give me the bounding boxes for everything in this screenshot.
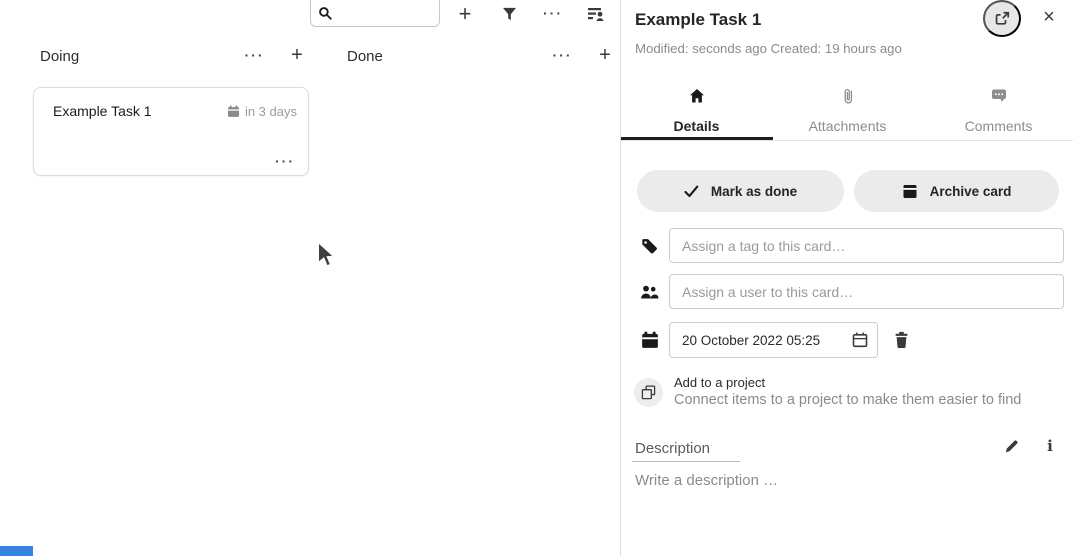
mouse-cursor (316, 241, 336, 269)
tab-attachments-label: Attachments (809, 118, 887, 134)
view-filter-button[interactable] (584, 4, 608, 24)
column-doing-add-card-button[interactable]: + (285, 43, 309, 67)
funnel-icon (502, 7, 517, 21)
assign-user-input[interactable] (669, 274, 1064, 309)
open-datepicker-button[interactable] (851, 331, 869, 349)
ellipsis-icon: ··· (553, 48, 573, 62)
board-menu-button[interactable]: ··· (540, 3, 566, 23)
pencil-icon (1004, 438, 1020, 454)
description-underline (632, 461, 740, 462)
view-filter-icon (587, 6, 606, 22)
users-icon (640, 284, 659, 300)
assign-tag-input[interactable] (669, 228, 1064, 263)
description-placeholder[interactable]: Write a description … (635, 472, 778, 489)
mark-as-done-button[interactable]: Mark as done (637, 170, 844, 212)
tab-attachments[interactable]: Attachments (772, 84, 923, 140)
due-date-field[interactable] (669, 322, 878, 358)
card-due-date: in 3 days (227, 104, 297, 119)
tab-separator (621, 140, 1073, 141)
archive-card-label: Archive card (930, 184, 1012, 199)
column-title-done: Done (347, 48, 383, 65)
mark-as-done-label: Mark as done (711, 184, 797, 199)
panel-meta: Modified: seconds ago Created: 19 hours … (635, 41, 902, 56)
tab-details[interactable]: Details (621, 84, 772, 140)
ellipsis-icon: ··· (275, 154, 295, 168)
search-icon (318, 6, 333, 21)
paperclip-icon (842, 88, 854, 105)
tab-comments-label: Comments (965, 118, 1033, 134)
column-done-add-card-button[interactable]: + (593, 43, 617, 67)
info-icon: i (1047, 437, 1053, 455)
add-to-project-title: Add to a project (674, 375, 765, 390)
column-done-menu-button[interactable]: ··· (549, 47, 576, 63)
close-icon: × (1043, 6, 1055, 29)
popout-window-button[interactable] (983, 0, 1021, 37)
tab-comments[interactable]: Comments (923, 84, 1073, 140)
external-link-icon (994, 10, 1011, 27)
calendar-outline-icon (851, 331, 869, 349)
description-info-button[interactable]: i (1041, 436, 1059, 456)
add-to-project-button[interactable] (634, 378, 663, 407)
card-detail-panel: Example Task 1 Modified: seconds ago Cre… (620, 0, 1073, 556)
panel-title: Example Task 1 (635, 10, 761, 30)
card-title: Example Task 1 (53, 103, 152, 119)
projects-icon (641, 385, 656, 400)
plus-icon: + (459, 3, 472, 25)
add-list-button[interactable]: + (452, 1, 478, 27)
due-date-value[interactable] (682, 333, 851, 348)
add-to-project-subtitle: Connect items to a project to make them … (674, 392, 1021, 408)
bottom-left-accent (0, 546, 33, 556)
column-doing-menu-button[interactable]: ··· (241, 47, 268, 63)
plus-icon: + (291, 45, 303, 65)
edit-description-button[interactable] (1002, 437, 1022, 455)
description-label: Description (635, 440, 710, 457)
trash-icon (893, 331, 910, 349)
due-date-icon (641, 331, 659, 349)
search-box[interactable] (310, 0, 440, 27)
filter-button[interactable] (499, 5, 519, 23)
card-due-label: in 3 days (245, 104, 297, 119)
column-title-doing: Doing (40, 48, 79, 65)
check-icon (684, 185, 699, 198)
home-icon (689, 88, 705, 104)
app-window: + ··· Doing ··· + Done ··· + Example Tas… (0, 0, 1073, 556)
archive-icon (902, 184, 918, 199)
ellipsis-icon: ··· (543, 6, 563, 20)
plus-icon: + (599, 45, 611, 65)
remove-due-date-button[interactable] (890, 329, 912, 351)
ellipsis-icon: ··· (245, 48, 265, 62)
kanban-card[interactable]: Example Task 1 in 3 days ··· (33, 87, 309, 176)
tab-details-label: Details (674, 118, 720, 134)
close-panel-button[interactable]: × (1037, 5, 1061, 29)
calendar-icon (227, 105, 240, 118)
archive-card-button[interactable]: Archive card (854, 170, 1059, 212)
comment-icon (991, 88, 1007, 103)
search-input[interactable] (339, 4, 433, 22)
card-menu-button[interactable]: ··· (275, 154, 295, 168)
tag-icon (641, 238, 658, 255)
